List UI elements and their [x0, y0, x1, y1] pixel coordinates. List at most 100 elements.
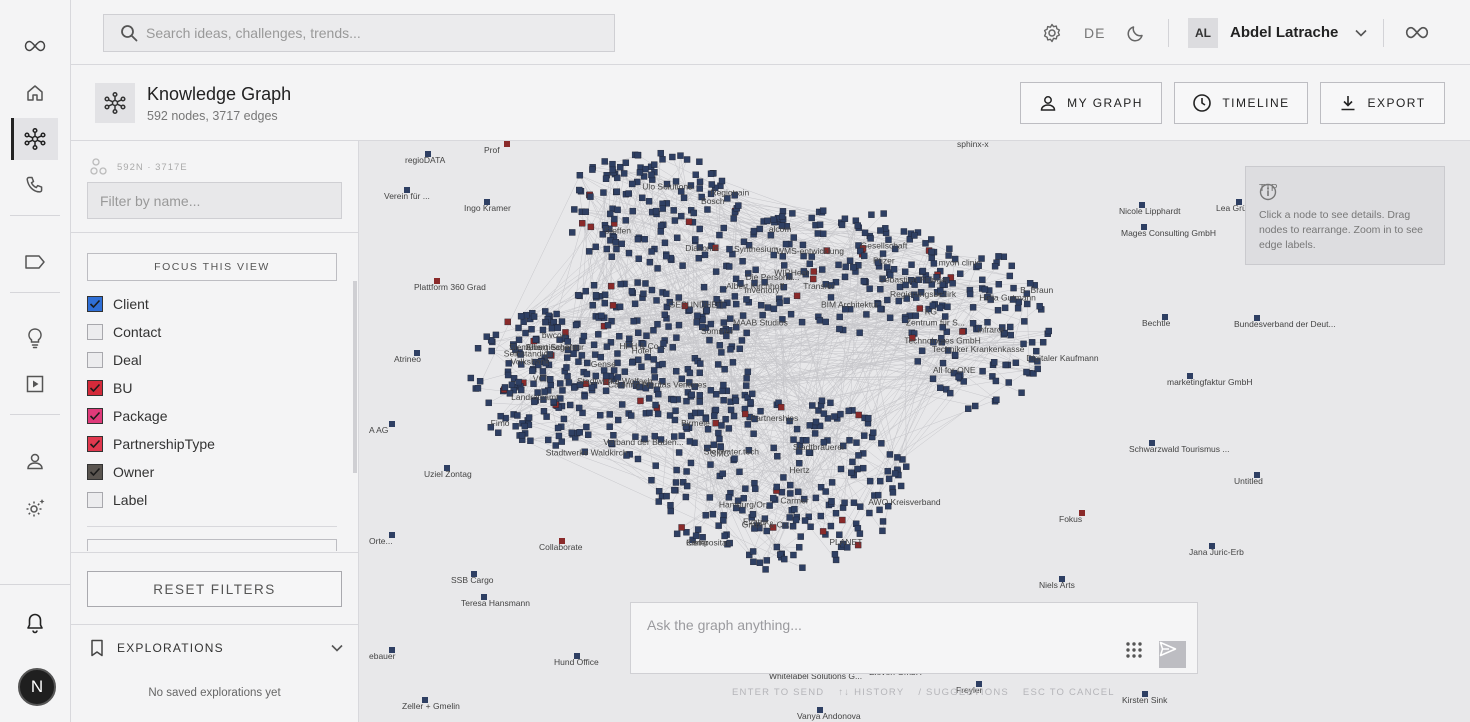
- graph-node[interactable]: [522, 329, 529, 337]
- graph-node[interactable]: [650, 327, 657, 334]
- graph-node[interactable]: [659, 360, 666, 368]
- graph-node[interactable]: [744, 368, 752, 376]
- graph-node[interactable]: [675, 449, 683, 456]
- graph-node[interactable]: [827, 522, 835, 530]
- graph-node[interactable]: [606, 423, 613, 430]
- graph-node[interactable]: [780, 474, 787, 481]
- graph-node[interactable]: [642, 280, 649, 287]
- graph-node[interactable]: [726, 263, 733, 270]
- graph-node[interactable]: [508, 381, 516, 388]
- graph-node[interactable]: [501, 384, 509, 391]
- graph-node[interactable]: [622, 217, 629, 224]
- graph-node[interactable]: [557, 380, 564, 387]
- graph-node[interactable]: [994, 307, 1002, 314]
- graph-node[interactable]: [832, 509, 840, 517]
- graph-node[interactable]: [922, 240, 929, 247]
- graph-node[interactable]: [629, 359, 636, 366]
- graph-node[interactable]: [675, 321, 683, 329]
- graph-node[interactable]: [799, 564, 806, 571]
- graph-node[interactable]: [808, 214, 815, 222]
- graph-node[interactable]: [773, 543, 781, 551]
- graph-node[interactable]: [630, 318, 637, 325]
- graph-node[interactable]: [1021, 318, 1028, 325]
- graph-node[interactable]: [634, 151, 642, 159]
- checkbox[interactable]: [87, 352, 103, 368]
- graph-node[interactable]: [589, 302, 596, 309]
- graph-node[interactable]: [861, 252, 868, 260]
- graph-node[interactable]: [583, 423, 590, 431]
- graph-node[interactable]: [831, 551, 839, 558]
- graph-node[interactable]: [811, 430, 819, 437]
- graph-node[interactable]: [592, 351, 599, 358]
- graph-node[interactable]: [708, 181, 715, 188]
- graph-node[interactable]: [733, 300, 740, 308]
- graph-node[interactable]: [969, 320, 977, 327]
- graph-node[interactable]: [757, 302, 765, 309]
- graph-node[interactable]: [671, 416, 679, 424]
- graph-node[interactable]: [819, 266, 826, 273]
- graph-node[interactable]: [877, 286, 884, 293]
- checkbox[interactable]: [87, 436, 103, 452]
- graph-node[interactable]: [694, 526, 702, 533]
- checkbox[interactable]: [87, 492, 103, 508]
- graph-node[interactable]: [809, 402, 816, 409]
- graph-node[interactable]: [568, 429, 575, 436]
- graph-node[interactable]: [790, 234, 797, 241]
- graph-node[interactable]: [966, 290, 974, 298]
- graph-node[interactable]: [814, 230, 822, 237]
- graph-node[interactable]: [995, 253, 1002, 260]
- graph-node[interactable]: [1000, 253, 1008, 260]
- graph-node[interactable]: [837, 410, 844, 418]
- graph-node[interactable]: [663, 290, 670, 297]
- graph-node[interactable]: [850, 263, 857, 271]
- graph-node[interactable]: [995, 281, 1003, 288]
- graph-node[interactable]: [866, 285, 873, 292]
- graph-node[interactable]: [691, 409, 699, 417]
- graph-node[interactable]: [716, 231, 723, 239]
- graph-node[interactable]: [700, 283, 708, 291]
- graph-node[interactable]: [672, 368, 680, 375]
- graph-node[interactable]: [836, 313, 843, 321]
- graph-node[interactable]: [587, 223, 595, 231]
- graph-node[interactable]: [560, 415, 568, 423]
- user-icon[interactable]: [12, 440, 58, 482]
- graph-node[interactable]: [812, 418, 820, 426]
- checkbox[interactable]: [87, 296, 103, 312]
- graph-node[interactable]: [670, 396, 677, 404]
- graph-node[interactable]: [783, 297, 790, 304]
- graph-node[interactable]: [617, 163, 624, 171]
- graph-node[interactable]: [667, 507, 674, 515]
- graph-node[interactable]: [743, 382, 750, 389]
- graph-node[interactable]: [900, 228, 908, 235]
- bell-icon[interactable]: [12, 602, 58, 644]
- graph-node[interactable]: [750, 227, 758, 235]
- graph-node[interactable]: [846, 257, 854, 264]
- graph-node[interactable]: [582, 208, 589, 216]
- graph-node[interactable]: [828, 479, 836, 486]
- graph-node[interactable]: [527, 437, 534, 445]
- graph-node[interactable]: [559, 387, 566, 394]
- graph-node[interactable]: [621, 368, 629, 375]
- checkbox[interactable]: [87, 380, 103, 396]
- graph-node[interactable]: [727, 346, 734, 353]
- graph-node[interactable]: [601, 158, 608, 165]
- graph-node[interactable]: [614, 206, 621, 214]
- graph-node[interactable]: [832, 556, 840, 564]
- graph-node[interactable]: [528, 326, 535, 333]
- graph-node[interactable]: [651, 161, 658, 168]
- graph-node[interactable]: [589, 166, 596, 173]
- graph-node[interactable]: [720, 381, 727, 389]
- graph-node[interactable]: [853, 439, 860, 446]
- graph-node[interactable]: [629, 207, 636, 215]
- graph-node[interactable]: [696, 392, 704, 399]
- graph-node[interactable]: [736, 468, 743, 476]
- graph-node[interactable]: [652, 207, 660, 215]
- graph-node[interactable]: [643, 332, 650, 339]
- graph-node[interactable]: [842, 263, 849, 271]
- graph-node[interactable]: [612, 239, 620, 246]
- graph-node[interactable]: [730, 215, 737, 222]
- graph-node[interactable]: [992, 377, 1000, 385]
- graph-node[interactable]: [838, 221, 846, 229]
- graph-node[interactable]: [683, 468, 690, 475]
- graph-node[interactable]: [706, 494, 714, 501]
